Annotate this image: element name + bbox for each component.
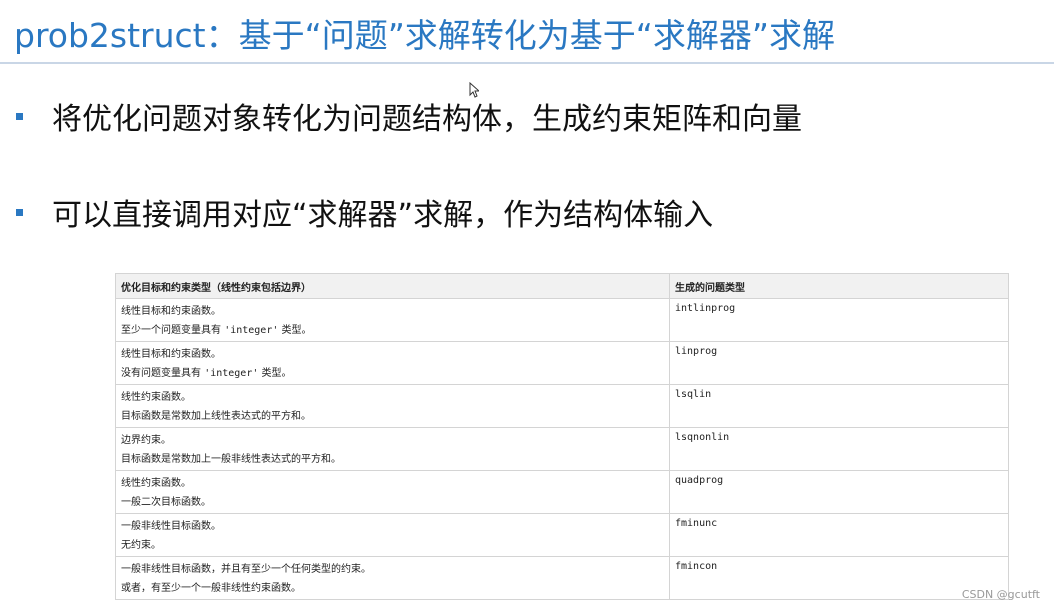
column-header-objective: 优化目标和约束类型（线性约束包括边界） xyxy=(115,273,670,299)
objective-cell: 线性约束函数。 一般二次目标函数。 xyxy=(115,470,670,514)
objective-line: 一般二次目标函数。 xyxy=(121,497,211,508)
solver-cell: fminunc xyxy=(669,513,1009,557)
objective-line: 至少一个问题变量具有 'integer' 类型。 xyxy=(121,321,664,340)
watermark: CSDN @gcutft xyxy=(961,588,1040,601)
objective-line: 边界约束。 xyxy=(121,435,171,446)
objective-line: 线性约束函数。 xyxy=(121,392,191,403)
bullet-item: 将优化问题对象转化为问题结构体，生成约束矩阵和向量 xyxy=(14,94,1034,138)
code-literal: 'integer' xyxy=(204,368,259,379)
objective-line: 没有问题变量具有 'integer' 类型。 xyxy=(121,364,664,383)
code-literal: 'integer' xyxy=(224,325,279,336)
table-header-row: 优化目标和约束类型（线性约束包括边界） 生成的问题类型 xyxy=(115,273,1009,299)
slide-title: prob2struct：基于“问题”求解转化为基于“求解器”求解 xyxy=(14,16,836,55)
objective-line: 一般非线性目标函数。 xyxy=(121,521,221,532)
bullet-item: 可以直接调用对应“求解器”求解，作为结构体输入 xyxy=(14,190,1034,234)
solver-cell: lsqnonlin xyxy=(669,427,1009,471)
table-row: 线性约束函数。 一般二次目标函数。 quadprog xyxy=(115,470,1009,514)
table-row: 边界约束。 目标函数是常数加上一般非线性表达式的平方和。 lsqnonlin xyxy=(115,427,1009,471)
objective-line: 一般非线性目标函数，并且有至少一个任何类型的约束。 xyxy=(121,564,371,575)
objective-line: 线性约束函数。 xyxy=(121,478,191,489)
table-row: 一般非线性目标函数，并且有至少一个任何类型的约束。 或者，有至少一个一般非线性约… xyxy=(115,556,1009,600)
objective-cell: 一般非线性目标函数，并且有至少一个任何类型的约束。 或者，有至少一个一般非线性约… xyxy=(115,556,670,600)
table-row: 线性目标和约束函数。 没有问题变量具有 'integer' 类型。 linpro… xyxy=(115,341,1009,385)
bullet-square-icon xyxy=(16,208,23,216)
objective-text: 类型。 xyxy=(258,368,292,379)
objective-text: 至少一个问题变量具有 xyxy=(121,325,225,336)
solver-cell: linprog xyxy=(669,341,1009,385)
objective-cell: 线性目标和约束函数。 没有问题变量具有 'integer' 类型。 xyxy=(115,341,670,385)
objective-line: 目标函数是常数加上线性表达式的平方和。 xyxy=(121,411,311,422)
solver-cell: lsqlin xyxy=(669,384,1009,428)
objective-line: 线性目标和约束函数。 xyxy=(121,349,221,360)
bullet-square-icon xyxy=(16,112,23,120)
table-row: 线性约束函数。 目标函数是常数加上线性表达式的平方和。 lsqlin xyxy=(115,384,1009,428)
table-row: 一般非线性目标函数。 无约束。 fminunc xyxy=(115,513,1009,557)
solver-cell: quadprog xyxy=(669,470,1009,514)
objective-line: 无约束。 xyxy=(121,540,161,551)
objective-text: 没有问题变量具有 xyxy=(121,368,205,379)
table-row: 线性目标和约束函数。 至少一个问题变量具有 'integer' 类型。 intl… xyxy=(115,298,1009,342)
objective-line: 或者，有至少一个一般非线性约束函数。 xyxy=(121,583,301,594)
objective-cell: 线性目标和约束函数。 至少一个问题变量具有 'integer' 类型。 xyxy=(115,298,670,342)
objective-line: 目标函数是常数加上一般非线性表达式的平方和。 xyxy=(121,454,341,465)
objective-cell: 边界约束。 目标函数是常数加上一般非线性表达式的平方和。 xyxy=(115,427,670,471)
objective-text: 类型。 xyxy=(278,325,312,336)
objective-cell: 线性约束函数。 目标函数是常数加上线性表达式的平方和。 xyxy=(115,384,670,428)
column-header-problem-type: 生成的问题类型 xyxy=(669,273,1009,299)
objective-line: 线性目标和约束函数。 xyxy=(121,306,221,317)
bullet-text: 将优化问题对象转化为问题结构体，生成约束矩阵和向量 xyxy=(52,102,802,137)
title-divider xyxy=(0,62,1054,64)
solver-cell: fmincon xyxy=(669,556,1009,600)
problem-type-table: 优化目标和约束类型（线性约束包括边界） 生成的问题类型 线性目标和约束函数。 至… xyxy=(115,273,1009,600)
objective-cell: 一般非线性目标函数。 无约束。 xyxy=(115,513,670,557)
bullet-text: 可以直接调用对应“求解器”求解，作为结构体输入 xyxy=(52,198,714,233)
solver-cell: intlinprog xyxy=(669,298,1009,342)
